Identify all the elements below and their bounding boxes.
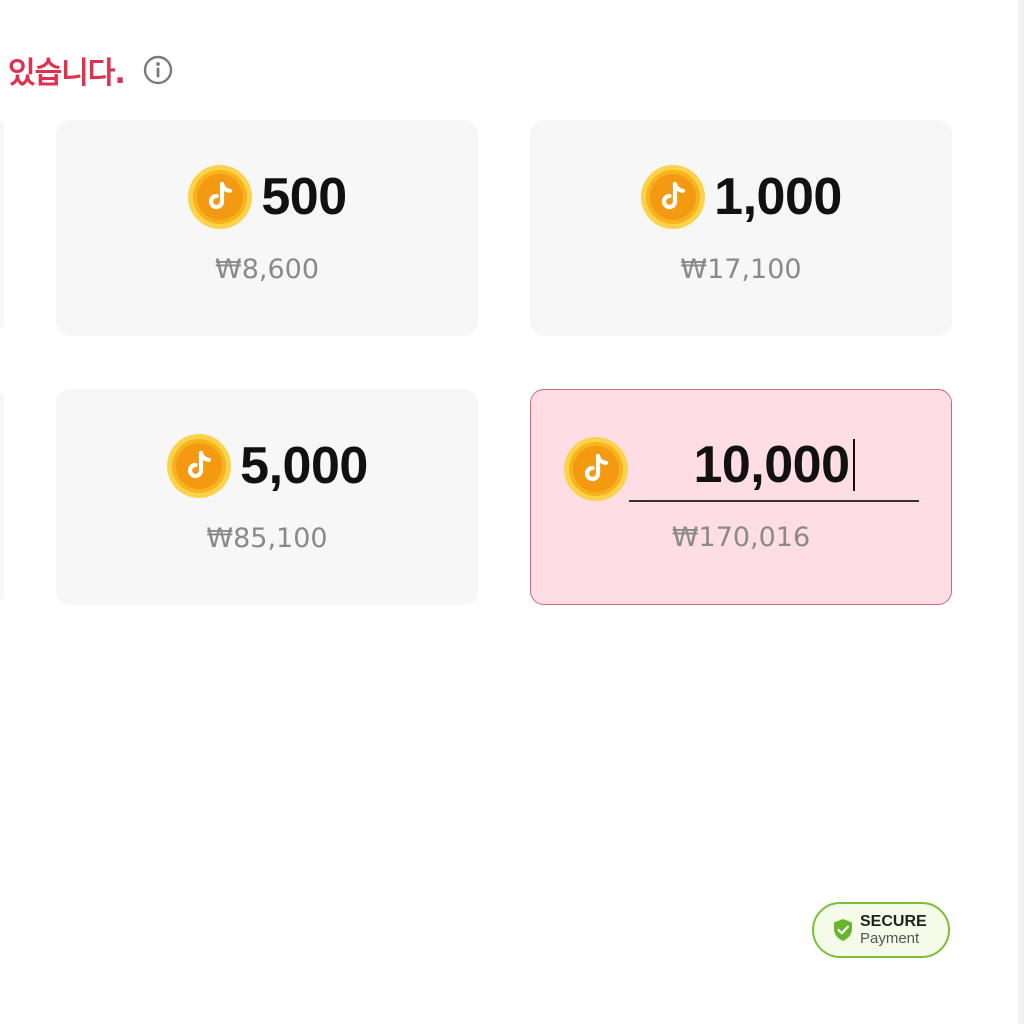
secure-subtitle: Payment — [860, 930, 920, 947]
secure-title: SECURE — [860, 913, 927, 930]
package-price: ₩17,100 — [680, 254, 802, 285]
partial-card-left-bottom[interactable] — [0, 392, 4, 602]
text-caret — [852, 439, 855, 491]
coin-amount: 5,000 — [240, 437, 368, 495]
header-row: 있습니다. — [8, 50, 173, 91]
shield-check-icon — [832, 918, 854, 942]
coin-package-card[interactable]: 5,000 ₩85,100 — [56, 389, 478, 605]
custom-amount-value[interactable]: 10,000 — [693, 435, 850, 495]
coin-package-card[interactable]: 500 ₩8,600 — [56, 120, 478, 336]
tiktok-coin-icon — [187, 164, 253, 230]
secure-payment-badge: SECURE Payment — [812, 902, 950, 958]
coin-amount: 1,000 — [714, 168, 842, 226]
custom-amount-input[interactable]: 10,000 — [629, 430, 919, 502]
coin-amount-row: 500 — [56, 164, 478, 230]
custom-amount-card[interactable]: 10,000 ₩170,016 — [530, 389, 952, 605]
package-price: ₩85,100 — [206, 523, 328, 554]
coin-recharge-page: 있습니다. 500 ₩8,600 1,000 ₩17,100 5,000 ₩85… — [0, 0, 1024, 1024]
secure-badge-text: SECURE Payment — [860, 913, 927, 947]
scroll-edge — [1018, 0, 1024, 1024]
coin-amount-row: 5,000 — [56, 433, 478, 499]
coin-amount: 500 — [261, 168, 347, 226]
custom-price: ₩170,016 — [671, 522, 811, 553]
partial-card-left-top[interactable] — [0, 120, 4, 330]
package-price: ₩8,600 — [215, 254, 319, 285]
tiktok-coin-icon — [166, 433, 232, 499]
page-title: 있습니다. — [8, 56, 126, 91]
tiktok-coin-icon — [640, 164, 706, 230]
coin-package-card[interactable]: 1,000 ₩17,100 — [530, 120, 952, 336]
info-icon[interactable] — [143, 55, 173, 85]
tiktok-coin-icon — [563, 436, 629, 502]
coin-amount-row: 1,000 — [530, 164, 952, 230]
